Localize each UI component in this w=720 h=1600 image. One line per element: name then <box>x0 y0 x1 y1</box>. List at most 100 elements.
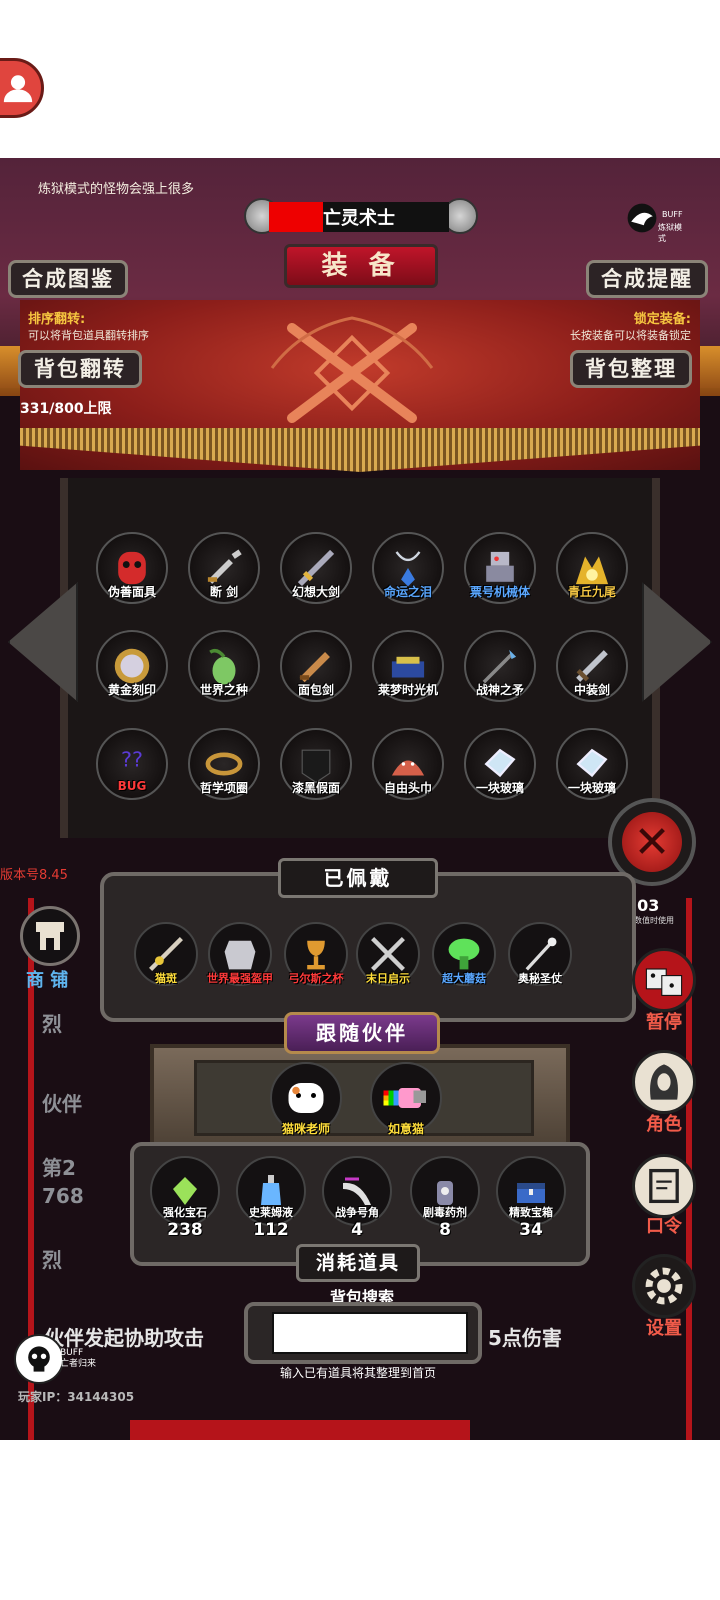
search-input[interactable] <box>272 1312 468 1354</box>
bag-item-label: 中装剑 <box>573 683 610 697</box>
bag-capacity: 331/800上限 <box>20 401 112 417</box>
background-text: 第2 <box>42 1156 76 1180</box>
code-button[interactable] <box>632 1154 696 1218</box>
bag-slot[interactable]: 青丘九尾 <box>552 528 632 608</box>
bottom-buff-label: BUFF 亡者归来 <box>60 1348 96 1370</box>
prev-page-arrow[interactable] <box>8 582 78 702</box>
bag-item-label: 青丘九尾 <box>567 585 616 599</box>
lock-equip-desc: 长按装备可以将装备锁定 <box>570 329 691 342</box>
bag-slot[interactable]: ?? BUG <box>92 724 172 804</box>
hooded-figure-icon <box>650 1064 678 1100</box>
bag-slot[interactable]: 战神之矛 <box>460 626 540 706</box>
game-screen: 炼狱模式的怪物会强上很多 BUFF 炼狱模式 亡灵术士 装 备 合成图鉴 合成提… <box>0 158 720 1440</box>
role-button[interactable] <box>632 1050 696 1114</box>
nyan-cat-icon <box>383 1088 426 1108</box>
bag-item-label: 一块玻璃 <box>567 781 616 795</box>
bag-slot[interactable]: 幻想大剑 <box>276 528 356 608</box>
dice-icon <box>645 968 683 996</box>
shop-label: 商 铺 <box>26 970 69 991</box>
bag-slot[interactable]: 自由头巾 <box>368 724 448 804</box>
bag-sort-button[interactable]: 背包整理 <box>570 350 692 388</box>
bag-slot[interactable]: 中装剑 <box>552 626 632 706</box>
bag-item-label: 莱梦时光机 <box>377 683 438 697</box>
bag-item-label: 命运之泪 <box>383 585 432 599</box>
bag-item-label: 面包剑 <box>297 683 334 697</box>
bag-slot[interactable]: 世界之种 <box>184 626 264 706</box>
bottom-area <box>0 1440 720 1600</box>
bag-slot[interactable]: 一块玻璃 <box>460 724 540 804</box>
bag-slot[interactable]: 黄金刻印 <box>92 626 172 706</box>
class-name: 亡灵术士 <box>269 202 449 232</box>
bag-item-label: 断 剑 <box>209 585 239 599</box>
background-text: 伙伴 <box>42 1092 82 1116</box>
code-label: 口令 <box>646 1216 682 1237</box>
synth-atlas-button[interactable]: 合成图鉴 <box>8 260 128 298</box>
svg-text:??: ?? <box>121 747 143 771</box>
role-label: 角色 <box>646 1114 682 1135</box>
consumable-count: 4 <box>351 1220 363 1240</box>
consumable-label: 精致宝箱 <box>509 1206 553 1219</box>
sort-flip-desc: 可以将背包道具翻转排序 <box>28 329 149 342</box>
companion-slot-area <box>194 1060 534 1136</box>
bag-slot[interactable]: 票号机械体 <box>460 528 540 608</box>
bag-slot[interactable]: 命运之泪 <box>368 528 448 608</box>
next-page-arrow[interactable] <box>642 582 712 702</box>
pause-button[interactable] <box>632 948 696 1012</box>
consumable-count: 8 <box>439 1220 451 1240</box>
dragon-icon <box>627 203 657 233</box>
lock-equip-title: 锁定装备: <box>633 312 691 327</box>
consumable-label: 史莱姆液 <box>249 1206 293 1219</box>
background-text: 5点伤害 <box>488 1326 562 1350</box>
version-label: 版本号8.45 <box>0 868 68 883</box>
consumable-label: 强化宝石 <box>163 1206 207 1219</box>
background-text: 烈 <box>42 1248 62 1272</box>
bag-item-label: 自由头巾 <box>383 781 432 795</box>
bag-slot[interactable]: 漆黑假面 <box>276 724 356 804</box>
companion-title: 跟随伙伴 <box>284 1012 440 1054</box>
background-text: 烈 <box>42 1012 62 1036</box>
consumable-count: 238 <box>167 1220 203 1240</box>
consumable-count: 34 <box>519 1220 543 1240</box>
crossed-swords-emblem <box>270 316 434 423</box>
pause-label: 暂停 <box>646 1012 682 1033</box>
bag-item-label: 票号机械体 <box>469 585 530 599</box>
equipped-item-label: 奥秘圣仗 <box>518 972 562 985</box>
lock-equip-hint: 锁定装备: 长按装备可以将装备锁定 <box>570 308 691 343</box>
book-icon <box>649 1168 679 1204</box>
consumables-title: 消耗道具 <box>296 1244 420 1282</box>
bag-slot[interactable]: 一块玻璃 <box>552 724 632 804</box>
bag-slot[interactable]: 断 剑 <box>184 528 264 608</box>
bag-item-label: BUG <box>117 779 147 793</box>
settings-button[interactable] <box>632 1254 696 1318</box>
bag-slot[interactable]: 伪善面具 <box>92 528 172 608</box>
gear-icon <box>645 1267 683 1305</box>
bag-slot[interactable]: 哲学项圈 <box>184 724 264 804</box>
bag-flip-button[interactable]: 背包翻转 <box>18 350 142 388</box>
cat-teacher-icon <box>288 1083 324 1113</box>
bottom-buff-badge[interactable] <box>14 1334 64 1384</box>
bag-slot[interactable]: 莱梦时光机 <box>368 626 448 706</box>
bag-item-label: 黄金刻印 <box>107 683 156 697</box>
settings-label: 设置 <box>646 1318 682 1339</box>
bag-item-label: 伪善面具 <box>107 585 156 599</box>
shop-button[interactable] <box>20 906 80 966</box>
bag-item-label: 战神之矛 <box>475 683 524 697</box>
companion-label: 猫咪老师 <box>281 1122 330 1136</box>
bag-slot[interactable]: 面包剑 <box>276 626 356 706</box>
background-text: 768 <box>42 1184 84 1208</box>
hell-mode-badge[interactable]: BUFF 炼狱模式 <box>624 200 684 243</box>
skull-icon <box>28 1346 50 1372</box>
consumable-count: 112 <box>253 1220 289 1240</box>
close-icon: ✕ <box>622 812 682 872</box>
hell-mode-label: BUFF <box>662 210 683 219</box>
background-text: 伙伴发起协助攻击 <box>44 1326 204 1350</box>
synth-reminder-button[interactable]: 合成提醒 <box>586 260 708 298</box>
bag-item-label: 世界之种 <box>199 683 248 697</box>
hell-mode-text: 炼狱模式 <box>658 223 682 243</box>
title-banner: 亡灵术士 装 备 <box>244 198 478 292</box>
bottom-buff-title: BUFF <box>60 1348 84 1358</box>
page-title: 装 备 <box>284 244 438 288</box>
consumable-label: 剧毒药剂 <box>423 1206 467 1219</box>
sort-flip-hint: 排序翻转: 可以将背包道具翻转排序 <box>28 308 149 343</box>
equipped-title: 已佩戴 <box>278 858 438 898</box>
